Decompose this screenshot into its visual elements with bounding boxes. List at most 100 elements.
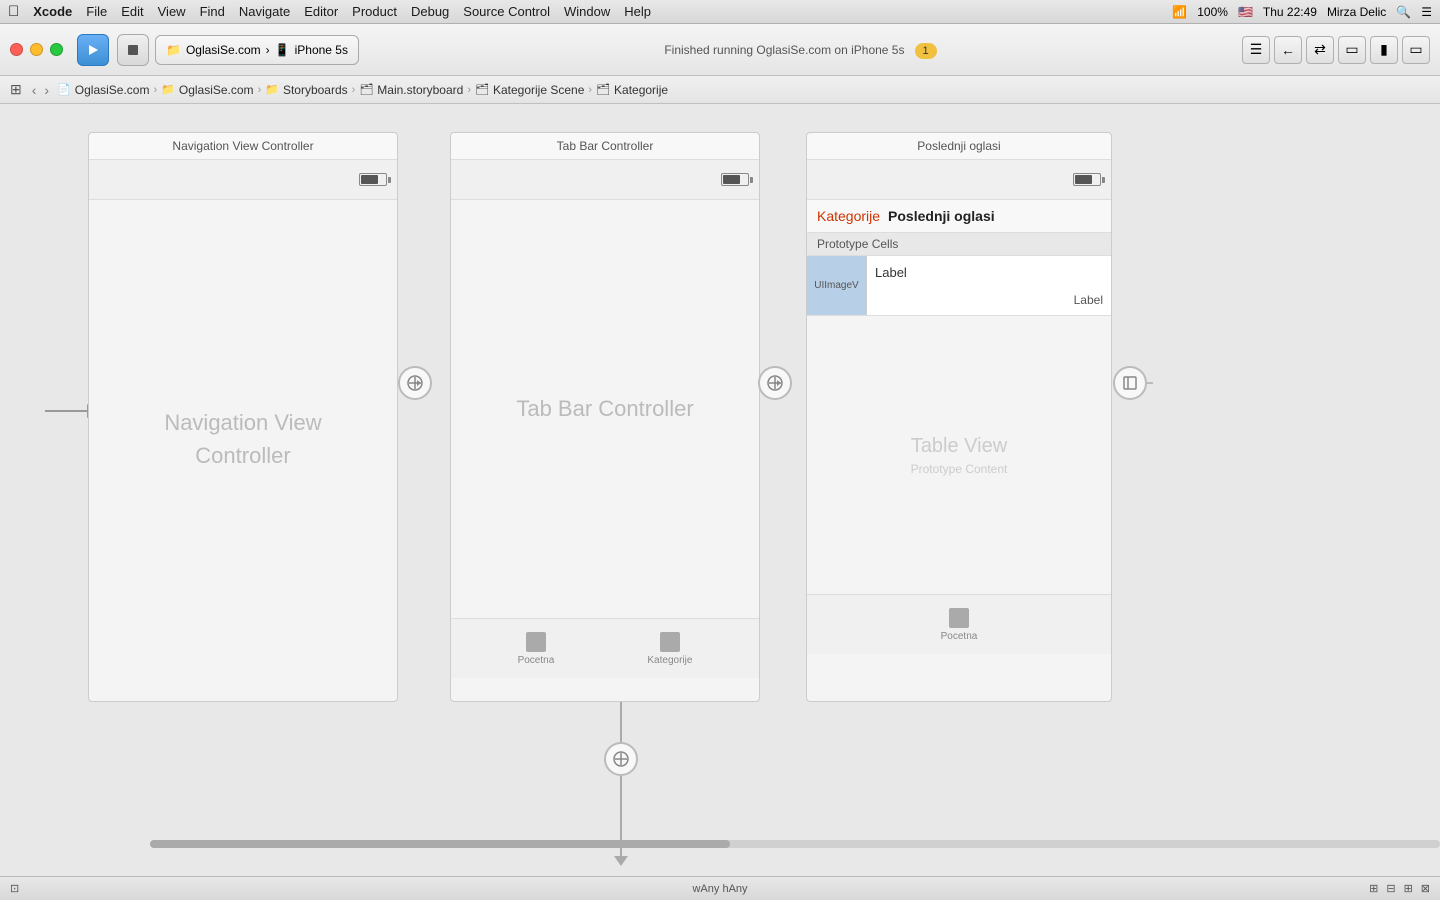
menu-navigate[interactable]: Navigate (239, 4, 290, 19)
menu-help[interactable]: Help (624, 4, 651, 19)
grid-icon[interactable]: ⊞ (10, 81, 22, 98)
utilities-toggle[interactable]: ▭ (1402, 36, 1430, 64)
bc-storyboards[interactable]: 📁 Storyboards (265, 83, 347, 97)
menu-debug[interactable]: Debug (411, 4, 449, 19)
poslednji-tab-pocetna[interactable]: Pocetna (941, 608, 978, 642)
kategorije-icon: 🗂 (596, 83, 610, 96)
poslednji-battery-icon (1073, 173, 1101, 186)
bc-sep-2: › (258, 84, 262, 96)
table-view-label: Table View (911, 435, 1007, 458)
kategorije-tab-label[interactable]: Kategorije (817, 208, 880, 224)
nav-back[interactable]: ‹ (32, 82, 37, 98)
scene-icon: 🗂 (475, 83, 489, 96)
poslednji-title: Poslednji oglasi (917, 139, 1000, 153)
scrollbar-thumb[interactable] (150, 840, 730, 848)
scrollbar-track[interactable] (0, 840, 1440, 848)
scheme-sep: › (266, 43, 270, 57)
conn-arrow-down (614, 856, 628, 866)
tab-battery-icon (721, 173, 749, 186)
tab-item-kategorije[interactable]: Kategorije (647, 632, 692, 666)
tab-kategorije-icon (660, 632, 680, 652)
menu-view[interactable]: View (158, 4, 186, 19)
menu-edit[interactable]: Edit (121, 4, 143, 19)
exit-connector (1113, 382, 1153, 384)
bc-kategorije-label: Kategorije (614, 83, 668, 97)
menu-product[interactable]: Product (352, 4, 397, 19)
prototype-cell[interactable]: UIImageV Label Label (807, 256, 1111, 316)
poslednji-pocetna-icon (949, 608, 969, 628)
bc-project[interactable]: 📄 OglasiSe.com (57, 83, 149, 97)
terminal-icon[interactable]: ⊡ (10, 883, 19, 895)
menu-editor[interactable]: Editor (304, 4, 338, 19)
group-icon: 📁 (161, 83, 175, 96)
exit-circle[interactable] (1113, 366, 1147, 400)
poslednji-status-bar (807, 160, 1111, 200)
minimize-button[interactable] (30, 43, 43, 56)
run-button[interactable] (77, 34, 109, 66)
close-button[interactable] (10, 43, 23, 56)
apple-menu[interactable]:  (8, 3, 19, 20)
status-center: Finished running OglasiSe.com on iPhone … (365, 43, 1236, 57)
menu-xcode[interactable]: Xcode (33, 4, 72, 19)
grid-statusbar-icon[interactable]: ⊞ (1369, 882, 1378, 895)
cell-image-label: UIImageV (814, 280, 858, 291)
maximize-button[interactable] (50, 43, 63, 56)
menu-find[interactable]: Find (200, 4, 225, 19)
tab-bar-controller[interactable]: Tab Bar Controller Tab Bar Controller Po… (450, 132, 760, 702)
jump-bar-toggle[interactable]: ← (1274, 36, 1302, 64)
stop-button[interactable] (117, 34, 149, 66)
tab-status-bar (451, 160, 759, 200)
tab-bar-bottom: Pocetna Kategorije (451, 618, 759, 678)
cell-image: UIImageV (807, 256, 867, 315)
nav-controller-content: Navigation ViewController (89, 200, 397, 678)
poslednji-header: Poslednji oglasi (807, 133, 1111, 160)
split-v-icon[interactable]: ⊞ (1404, 882, 1413, 895)
conn-line-top (620, 702, 622, 742)
bc-group[interactable]: 📁 OglasiSe.com (161, 83, 253, 97)
nav-forward[interactable]: › (44, 82, 49, 98)
poslednji-tab-bar-bottom: Pocetna (807, 594, 1111, 654)
toolbar-right-buttons: ☰ ← ⇄ ▭ ▮ ▭ (1242, 36, 1430, 64)
wifi-icon: 📶 (1172, 5, 1187, 19)
user-name: Mirza Delic (1327, 5, 1386, 19)
canvas-toggle[interactable]: ▮ (1370, 36, 1398, 64)
bottom-statusbar: wAny hAny ⊞ ⊟ ⊞ ⊠ ⊡ (0, 876, 1440, 900)
list-icon[interactable]: ☰ (1421, 5, 1432, 19)
bc-kategorije[interactable]: 🗂 Kategorije (596, 83, 668, 97)
project-icon: 📄 (57, 83, 71, 96)
split-h-icon[interactable]: ⊟ (1386, 882, 1395, 895)
nav-controller-title: Navigation View Controller (172, 139, 313, 153)
poslednji-tab-label[interactable]: Poslednji oglasi (888, 208, 995, 224)
table-view-area: Table View Prototype Content (807, 316, 1111, 594)
navigator-toggle[interactable]: ☰ (1242, 36, 1270, 64)
w-any: Any (700, 883, 719, 895)
prototype-cells-header: Prototype Cells (807, 233, 1111, 256)
bc-storyboards-label: Storyboards (283, 83, 348, 97)
scheme-selector[interactable]: 📁 OglasiSe.com › 📱 iPhone 5s (155, 35, 359, 65)
standard-editor[interactable]: ▭ (1338, 36, 1366, 64)
bc-mainstoryboard[interactable]: 🗂 Main.storyboard (359, 83, 463, 97)
expand-icon[interactable]: ⊠ (1421, 882, 1430, 895)
tab-controller-header: Tab Bar Controller (451, 133, 759, 160)
breadcrumb-bar: ⊞ ‹ › 📄 OglasiSe.com › 📁 OglasiSe.com › … (0, 76, 1440, 104)
nav-view-controller[interactable]: Navigation View Controller Navigation Vi… (88, 132, 398, 702)
storyboard-canvas[interactable]: Navigation View Controller Navigation Vi… (0, 104, 1440, 876)
menu-source-control[interactable]: Source Control (463, 4, 550, 19)
menu-window[interactable]: Window (564, 4, 610, 19)
conn-circle[interactable] (604, 742, 638, 776)
keyboard-icon: 🇺🇸 (1238, 5, 1253, 19)
tab-pocetna-icon (526, 632, 546, 652)
search-icon[interactable]: 🔍 (1396, 5, 1411, 19)
assistant-toggle[interactable]: ⇄ (1306, 36, 1334, 64)
toolbar: 📁 OglasiSe.com › 📱 iPhone 5s Finished ru… (0, 24, 1440, 76)
segue-nav-tab (398, 382, 430, 384)
menu-file[interactable]: File (86, 4, 107, 19)
segue-circle-1[interactable] (398, 366, 432, 400)
poslednji-controller[interactable]: Poslednji oglasi Kategorije Poslednji og… (806, 132, 1112, 702)
tab-item-pocetna[interactable]: Pocetna (518, 632, 555, 666)
menu-right-area: 📶 100% 🇺🇸 Thu 22:49 Mirza Delic 🔍 ☰ (1172, 5, 1432, 19)
device-name: iPhone 5s (295, 43, 348, 57)
segue-circle-2[interactable] (758, 366, 792, 400)
bc-scene[interactable]: 🗂 Kategorije Scene (475, 83, 584, 97)
nav-status-bar (89, 160, 397, 200)
